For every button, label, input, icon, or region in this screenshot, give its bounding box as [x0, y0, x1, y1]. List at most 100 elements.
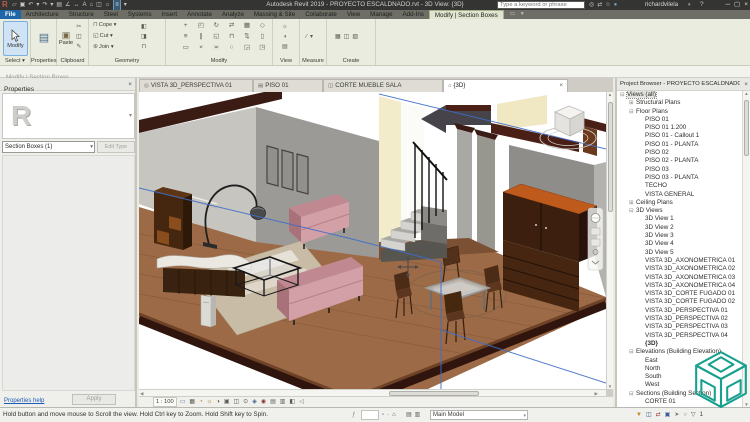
browser-item-piso-01-callout-1[interactable]: PISO 01 - Callout 1	[617, 132, 744, 140]
split-face-icon[interactable]: ◨	[141, 33, 147, 41]
browser-item-piso-01[interactable]: PISO 01	[617, 116, 744, 124]
undo-icon[interactable]: ↶	[28, 0, 33, 10]
panel-label-create[interactable]: Create	[327, 57, 375, 65]
favorites-star-icon[interactable]: ☆	[605, 0, 610, 10]
tree-expander-icon[interactable]: ⊞	[629, 99, 636, 107]
tree-expander-icon[interactable]: ⊞	[629, 199, 636, 207]
offset-icon[interactable]: ∥	[195, 33, 206, 44]
browser-item-structural-plans[interactable]: ⊞Structural Plans	[617, 99, 744, 107]
browser-item-3d-views[interactable]: ⊟3D Views	[617, 207, 744, 215]
panel-label-select[interactable]: Select ▾	[0, 57, 30, 65]
view-tab-close-icon[interactable]: ×	[549, 80, 563, 92]
view-tab-3d[interactable]: ⌂{3D}×	[443, 79, 568, 92]
close-button[interactable]: ×	[744, 0, 748, 10]
browser-item-3d[interactable]: {3D}	[617, 340, 744, 348]
tree-expander-icon[interactable]: ⊟	[629, 207, 636, 215]
browser-item-north[interactable]: North	[617, 365, 744, 373]
browser-item-east[interactable]: East	[617, 357, 744, 365]
browser-item-ceiling-plans[interactable]: ⊞Ceiling Plans	[617, 199, 744, 207]
ribbon-tab-modify-section-boxes[interactable]: Modify | Section Boxes	[429, 10, 504, 19]
design-options-icon[interactable]: ▥	[415, 411, 421, 419]
properties-grid[interactable]	[2, 155, 135, 391]
tree-expander-icon[interactable]: ⊟	[629, 108, 636, 116]
ribbon-tab-collaborate[interactable]: Collaborate	[300, 10, 342, 19]
sun-icon[interactable]: ☼	[105, 0, 111, 10]
browser-item-vista-3d-perspectiva-01[interactable]: VISTA 3D_PERSPECTIVA 01	[617, 307, 744, 315]
undo-dropdown-icon[interactable]: ▾	[36, 0, 39, 10]
paste-button[interactable]: ▣ Paste	[58, 21, 74, 55]
browser-item-west[interactable]: West	[617, 381, 744, 389]
browser-scrollbar[interactable]: ▲ ▼	[742, 91, 750, 407]
join-button[interactable]: ⊕Join ▾	[93, 43, 114, 52]
ribbon-tab-massing-site[interactable]: Massing & Site	[249, 10, 300, 19]
cope-tool-icon[interactable]: ◳	[257, 44, 268, 55]
beam-icon[interactable]: ◲	[241, 44, 252, 55]
modify-tool-button[interactable]: Modify	[3, 21, 28, 56]
demolish-icon[interactable]: ⊓	[141, 43, 147, 51]
move-icon[interactable]: +	[180, 22, 191, 33]
browser-item-piso-01-planta[interactable]: PISO 01 - PLANTA	[617, 141, 744, 149]
zoom-icon[interactable]	[591, 239, 600, 246]
browser-item-3d-view-5[interactable]: 3D View 5	[617, 249, 744, 257]
show-crop-icon[interactable]: ◫	[234, 398, 240, 407]
override-icon[interactable]: ◑	[282, 33, 288, 41]
sun-settings-icon[interactable]: ◑	[216, 398, 220, 407]
create-similar-icon[interactable]: ◫	[344, 33, 350, 41]
panel-label-view[interactable]: View	[273, 57, 299, 65]
array-icon[interactable]: ▦	[241, 22, 252, 33]
tree-expander-icon[interactable]: ⊟	[629, 390, 636, 398]
requests-icon[interactable]: ·	[387, 411, 389, 419]
cut-icon[interactable]: ✂	[76, 23, 82, 31]
ribbon-state-dropdown-icon[interactable]: ▾	[521, 10, 524, 19]
visual-style-icon[interactable]: ▦	[189, 398, 195, 407]
select-link-icon[interactable]: ▣	[665, 411, 671, 419]
browser-item-piso-02[interactable]: PISO 02	[617, 149, 744, 157]
wall-joins-icon[interactable]: ○	[226, 44, 237, 55]
browser-item-vista-3d-corte-fugado-01[interactable]: VISTA 3D_CORTE FUGADO 01	[617, 290, 744, 298]
browser-item-techo[interactable]: TECHO	[617, 182, 744, 190]
collapse-bar-icon[interactable]: ◁	[299, 398, 304, 407]
copy-tool-icon[interactable]: ◰	[195, 22, 206, 33]
ribbon-tab-analyze[interactable]: Analyze	[217, 10, 249, 19]
scroll-up-icon[interactable]: ▲	[607, 92, 613, 97]
type-selector-combo[interactable]: Section Boxes (1) ▾	[2, 141, 95, 153]
ribbon-tab-view[interactable]: View	[342, 10, 365, 19]
unpin-icon[interactable]: ▭	[180, 44, 191, 55]
redo-dropdown-icon[interactable]: ▾	[50, 0, 53, 10]
revit-logo-icon[interactable]: R	[2, 0, 8, 10]
copy-icon[interactable]: ◫	[76, 33, 82, 41]
exclude-options-filter-icon[interactable]: ▼	[636, 411, 642, 419]
open-icon[interactable]: ▱	[12, 0, 17, 10]
browser-item-south[interactable]: South	[617, 373, 744, 381]
rotate-icon[interactable]: ↻	[211, 22, 222, 33]
browser-item-elevations-building-elevation[interactable]: ⊟Elevations (Building Elevation)	[617, 348, 744, 356]
search-input[interactable]	[497, 1, 585, 9]
browser-item-sections-building-section[interactable]: ⊟Sections (Building Section)	[617, 390, 744, 398]
extend-icon[interactable]: ⇅	[241, 33, 252, 44]
panel-label-geometry[interactable]: Geometry	[89, 57, 165, 65]
ribbon-tab-annotate[interactable]: Annotate	[182, 10, 217, 19]
temporary-hide-icon[interactable]: ◈	[252, 398, 257, 407]
browser-item-piso-01-1-200[interactable]: PISO 01 1.200	[617, 124, 744, 132]
browser-item-piso-02-planta[interactable]: PISO 02 - PLANTA	[617, 157, 744, 165]
hide-icon[interactable]: ☼	[282, 23, 288, 31]
split-icon[interactable]: ◱	[211, 33, 222, 44]
view-tab-corte-mueble-sala[interactable]: ◫CORTE MUEBLE SALA	[323, 79, 443, 92]
type-preview-dropdown-icon[interactable]: ▾	[129, 112, 132, 119]
align-icon[interactable]: ≡	[180, 33, 191, 44]
browser-item-vista-3d-perspectiva-02[interactable]: VISTA 3D_PERSPECTIVA 02	[617, 315, 744, 323]
panel-label-modify[interactable]: Modify	[166, 57, 272, 65]
mirror-icon[interactable]: ⇄	[226, 22, 237, 33]
create-assembly-icon[interactable]: ▧	[352, 33, 358, 41]
background-process-icon[interactable]: ⇄	[656, 411, 661, 419]
vertical-scrollbar[interactable]: ▲ ▼	[606, 92, 613, 389]
user-dropdown-icon[interactable]: ▾	[688, 0, 691, 10]
properties-header[interactable]: Properties ×	[0, 78, 135, 91]
project-browser-close-icon[interactable]: ×	[744, 78, 748, 91]
ribbon-tab-insert[interactable]: Insert	[157, 10, 182, 19]
view-tab-vista-3d-perspectiva-01[interactable]: ◎VISTA 3D_PERSPECTIVA 01	[139, 79, 253, 92]
delete-icon[interactable]: ×	[195, 44, 206, 55]
browser-item-floor-plans[interactable]: ⊟Floor Plans	[617, 108, 744, 116]
ribbon-tab-file[interactable]: File	[0, 10, 21, 19]
sign-in-sync-icon[interactable]: ⇄	[597, 0, 602, 10]
